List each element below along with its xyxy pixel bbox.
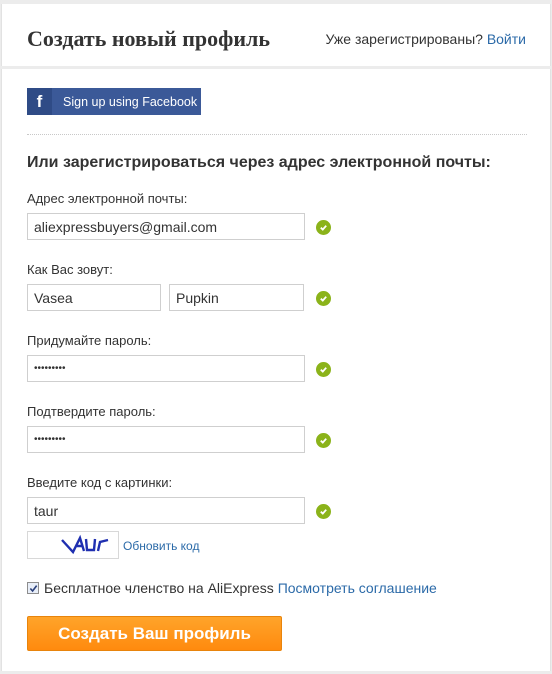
captcha-input[interactable]	[27, 497, 305, 524]
captcha-valid-check-icon	[316, 504, 331, 519]
registration-form: f Sign up using Facebook Или зарегистрир…	[1, 69, 551, 671]
agreement-row: Бесплатное членство на AliExpress Посмот…	[27, 580, 437, 596]
email-label: Адрес электронной почты:	[27, 191, 188, 206]
first-name-input[interactable]	[27, 284, 161, 311]
password-label: Придумайте пароль:	[27, 333, 152, 348]
email-signup-heading: Или зарегистрироваться через адрес элект…	[27, 154, 491, 171]
page-title: Создать новый профиль	[27, 26, 270, 51]
agreement-checkbox[interactable]	[27, 582, 39, 594]
facebook-f-icon: f	[27, 88, 52, 115]
confirm-password-input[interactable]	[27, 426, 305, 453]
name-valid-check-icon	[316, 291, 331, 306]
create-profile-button[interactable]: Создать Ваш профиль	[27, 616, 282, 651]
login-link[interactable]: Войти	[487, 31, 526, 47]
already-registered-text: Уже зарегистрированы?	[325, 31, 483, 47]
password-input[interactable]	[27, 355, 305, 382]
agreement-text: Бесплатное членство на AliExpress	[44, 580, 274, 596]
view-agreement-link[interactable]: Посмотреть соглашение	[278, 580, 437, 596]
facebook-signup-button[interactable]: f Sign up using Facebook	[27, 88, 201, 115]
last-name-input[interactable]	[169, 284, 304, 311]
email-valid-check-icon	[316, 220, 331, 235]
divider	[27, 134, 527, 135]
login-prompt: Уже зарегистрированы? Войти	[326, 31, 527, 47]
confirm-password-valid-check-icon	[316, 433, 331, 448]
confirm-password-label: Подтвердите пароль:	[27, 404, 156, 419]
facebook-signup-label: Sign up using Facebook	[63, 94, 198, 109]
email-input[interactable]	[27, 213, 305, 240]
captcha-image	[27, 531, 119, 559]
refresh-captcha-link[interactable]: Обновить код	[123, 539, 199, 553]
password-valid-check-icon	[316, 362, 331, 377]
name-label: Как Вас зовут:	[27, 262, 113, 277]
captcha-label: Введите код с картинки:	[27, 475, 173, 490]
page-header: Создать новый профиль Уже зарегистрирова…	[1, 4, 551, 66]
